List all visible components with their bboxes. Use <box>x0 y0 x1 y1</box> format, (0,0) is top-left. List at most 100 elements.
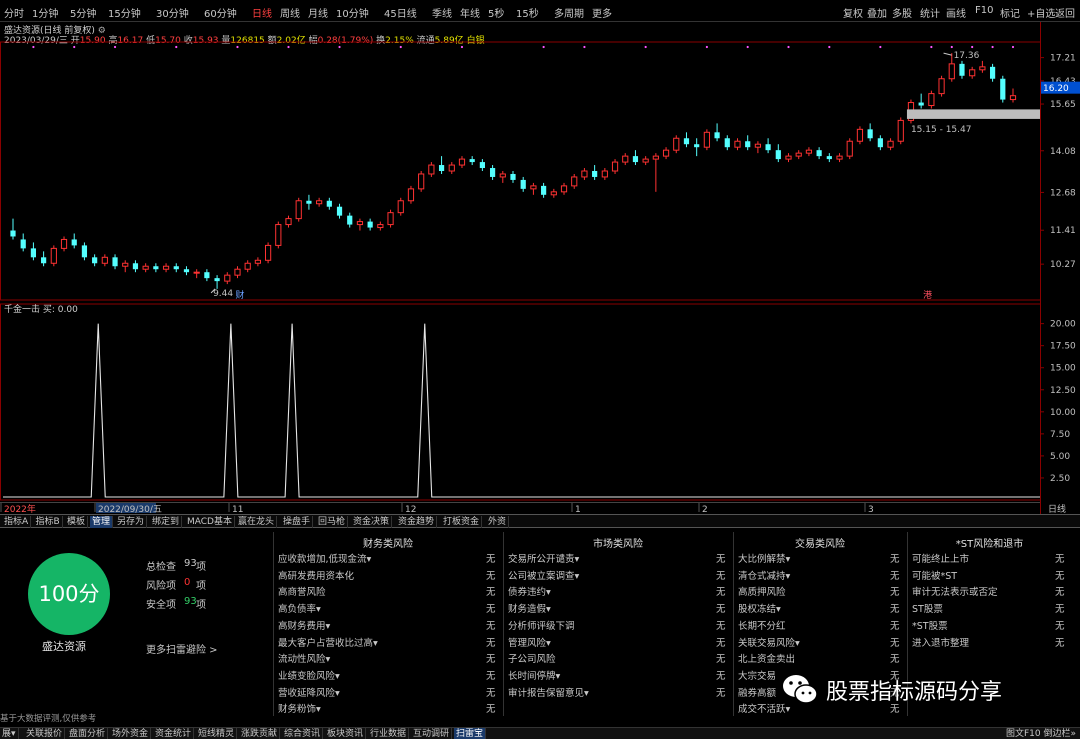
indicator-tab-9[interactable]: 回马枪 <box>316 516 349 528</box>
signal-dot <box>1011 45 1015 49</box>
signal-dot <box>930 45 933 49</box>
signal-dot <box>828 45 831 49</box>
signal-dot <box>287 45 290 49</box>
candle-body <box>224 274 231 282</box>
indicator-tab-5[interactable]: 绑定到 <box>150 516 183 528</box>
risk-item[interactable]: 大比例解禁▾ <box>738 551 790 565</box>
risk-item[interactable]: 业绩变脸风险▾ <box>278 668 340 682</box>
risk-item[interactable]: 关联交易风险▾ <box>738 635 800 649</box>
candle-body <box>71 239 77 246</box>
candle-body <box>438 165 445 171</box>
indicator-axis-label: 15.00 <box>1050 364 1076 374</box>
indicator-tab-12[interactable]: 打板资金 <box>441 516 483 528</box>
risk-item[interactable]: 清仓式减持▾ <box>738 568 790 582</box>
candle-body <box>724 138 730 148</box>
date-axis-label: 11 <box>232 505 243 514</box>
risk-item-result: 无 <box>716 637 726 649</box>
indicator-tab-2[interactable]: 模板 <box>65 516 89 528</box>
risk-item[interactable]: 财务粉饰▾ <box>278 701 321 715</box>
risk-item[interactable]: 长时间停牌▾ <box>508 668 560 682</box>
date-axis-label: 2 <box>702 505 708 514</box>
kline-chart[interactable]: 17.2116.4315.6514.0812.6811.4110.2716.20… <box>0 0 1080 514</box>
f10-sidebar-toggle[interactable]: 图文F10 倒边栏» <box>1006 728 1076 739</box>
risk-col-header: 财务类风险 <box>363 539 413 550</box>
bottom-tab-9[interactable]: 行业数据 <box>368 728 410 739</box>
indicator-tab-13[interactable]: 外资 <box>486 516 510 528</box>
risk-item[interactable]: 营收延降风险▾ <box>278 685 340 699</box>
risk-item[interactable]: 管理风险▾ <box>508 635 551 649</box>
candle-body <box>734 140 741 148</box>
candle-body <box>816 150 822 157</box>
candle-body <box>326 200 332 207</box>
risk-item[interactable]: 股权冻结▾ <box>738 601 781 615</box>
bottom-tab-2[interactable]: 盘面分析 <box>67 728 109 739</box>
more-scan-link[interactable]: 更多扫雷避险 > <box>146 641 218 656</box>
signal-dot <box>175 45 178 49</box>
risk-item[interactable]: 流动性风险▾ <box>278 651 330 665</box>
stock-name: 盛达资源 <box>42 640 86 653</box>
indicator-tab-10[interactable]: 资金决策 <box>351 516 393 528</box>
candle-body <box>153 266 159 270</box>
risk-item[interactable]: 高负债率▾ <box>278 601 321 615</box>
candle-body <box>805 149 813 154</box>
price-axis-label: 17.21 <box>1050 54 1076 64</box>
candle-body <box>611 161 619 172</box>
bottom-tab-5[interactable]: 短线精灵 <box>196 728 238 739</box>
candle-body <box>101 256 108 264</box>
price-axis-label: 12.68 <box>1050 188 1076 198</box>
indicator-tab-6[interactable]: MACD基本 <box>185 516 235 528</box>
risk-item[interactable]: 公司被立案调查▾ <box>508 568 579 582</box>
indicator-tab-1[interactable]: 指标B <box>34 516 63 528</box>
bottom-tab-1[interactable]: 关联报价 <box>24 728 66 739</box>
indicator-tab-8[interactable]: 操盘手 <box>281 516 314 528</box>
candle-body <box>703 131 710 148</box>
bottom-tab-11[interactable]: 扫雷宝 <box>454 728 487 739</box>
risk-item-result: 无 <box>1055 620 1065 632</box>
risk-item[interactable]: 应收款增加,低现金流▾ <box>278 551 371 565</box>
indicator-tab-4[interactable]: 另存为 <box>115 516 148 528</box>
risk-item: 融券高额 <box>738 687 777 699</box>
risk-item-result: 无 <box>716 604 726 616</box>
candle-body <box>295 200 302 220</box>
indicator-tab-11[interactable]: 资金趋势 <box>396 516 438 528</box>
safe-item-unit: 项 <box>196 600 206 611</box>
candle-body <box>520 179 526 189</box>
bottom-tab-6[interactable]: 涨跌贡献 <box>239 728 281 739</box>
indicator-tab-3[interactable]: 管理 <box>90 516 114 528</box>
bottom-tab-7[interactable]: 综合资讯 <box>282 728 324 739</box>
candle-body <box>765 144 771 151</box>
risk-item[interactable]: 债券违约▾ <box>508 584 551 598</box>
bottom-tab-8[interactable]: 板块资讯 <box>325 728 367 739</box>
finance-event-marker[interactable]: 财 <box>235 289 244 301</box>
candle-body <box>275 224 282 246</box>
risk-item[interactable]: 最大客户占营收比过高▾ <box>278 635 378 649</box>
bottom-tab-10[interactable]: 互动调研 <box>411 728 453 739</box>
candle-body <box>387 212 394 226</box>
hk-event-marker[interactable]: 港 <box>923 289 932 301</box>
candle-body <box>948 63 955 80</box>
candle-body <box>581 170 588 178</box>
risk-item-result: 无 <box>486 654 496 666</box>
candle-body <box>254 259 261 264</box>
risk-item: 高研发费用资本化 <box>278 570 355 582</box>
candle-body <box>193 271 200 274</box>
bottom-tab-3[interactable]: 场外资金 <box>110 728 152 739</box>
bottom-tab-4[interactable]: 资金统计 <box>153 728 195 739</box>
risk-item[interactable]: 交易所公开谴责▾ <box>508 551 579 565</box>
indicator-tab-7[interactable]: 赢在龙头 <box>236 516 278 528</box>
wechat-icon <box>783 675 818 704</box>
candle-body <box>469 159 475 163</box>
risk-item: 审计无法表示或否定 <box>912 587 998 599</box>
signal-dot <box>644 45 647 49</box>
support-zone-label: 15.15 - 15.47 <box>911 125 972 135</box>
bottom-tab-0[interactable]: 展▾ <box>0 728 19 739</box>
indicator-tab-0[interactable]: 指标A <box>2 516 32 528</box>
risk-item[interactable]: 高财务费用▾ <box>278 618 330 632</box>
risk-item[interactable]: 审计报告保留意见▾ <box>508 685 589 699</box>
risk-item[interactable]: 财务造假▾ <box>508 601 551 615</box>
date-axis-label: 2022/09/30/五 <box>98 505 162 514</box>
risk-item: ST股票 <box>912 604 943 616</box>
risk-item-result: 无 <box>1055 554 1065 565</box>
candle-body <box>714 132 720 139</box>
candle-body <box>887 140 894 148</box>
